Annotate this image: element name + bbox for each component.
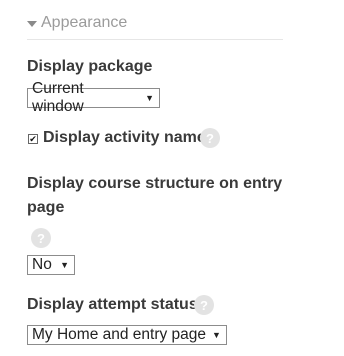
appearance-settings: Appearance Display package Current windo… — [0, 0, 344, 356]
display-course-structure-label-line2: page — [27, 199, 65, 216]
question-mark-icon[interactable]: ? — [200, 128, 220, 148]
question-mark-icon[interactable]: ? — [194, 295, 214, 315]
chevron-down-icon: ▼ — [145, 93, 154, 103]
display-package-label: Display package — [27, 58, 153, 75]
display-course-structure-value: No — [32, 256, 52, 273]
caret-down-icon — [27, 21, 37, 27]
display-activity-name-checkbox[interactable]: ✔ — [28, 134, 38, 144]
display-activity-name-label: Display activity name — [43, 129, 206, 146]
display-course-structure-select[interactable]: No ▼ — [27, 255, 75, 275]
section-divider — [27, 39, 283, 40]
display-package-select[interactable]: Current window ▼ — [27, 80, 160, 115]
display-attempt-status-label: Display attempt status — [27, 296, 198, 313]
chevron-down-icon: ▼ — [60, 260, 69, 270]
display-course-structure-label-line1: Display course structure on entry — [27, 175, 283, 192]
appearance-section-toggle[interactable]: Appearance — [27, 14, 127, 32]
section-title: Appearance — [41, 14, 128, 31]
display-attempt-status-value: My Home and entry page — [32, 326, 207, 343]
display-package-value: Current window — [32, 80, 84, 115]
question-mark-icon[interactable]: ? — [31, 228, 51, 248]
chevron-down-icon: ▼ — [212, 330, 221, 340]
display-attempt-status-select[interactable]: My Home and entry page ▼ — [27, 325, 227, 345]
